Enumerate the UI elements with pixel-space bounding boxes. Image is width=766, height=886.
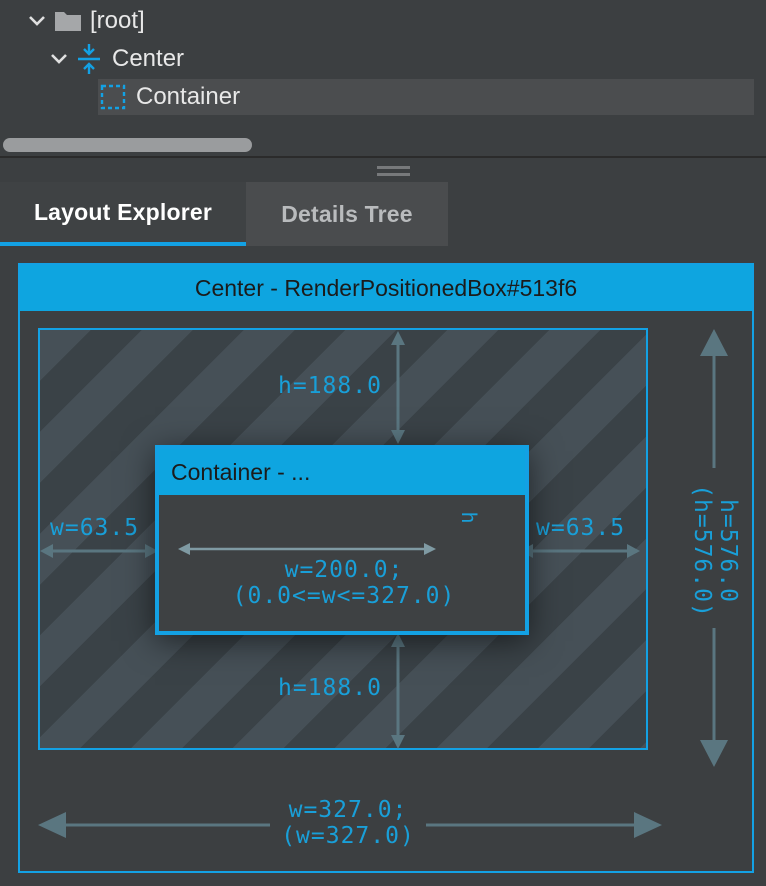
tree-item-label: Center (112, 45, 185, 72)
tab-details-tree[interactable]: Details Tree (246, 182, 448, 246)
panel-splitter[interactable] (0, 156, 766, 182)
chevron-down-icon[interactable] (26, 10, 48, 32)
scrollbar-thumb[interactable] (3, 138, 252, 152)
child-width-label: w=200.0; (284, 557, 404, 583)
chevron-down-icon[interactable] (48, 48, 70, 70)
folder-icon (54, 9, 82, 33)
drag-handle-icon[interactable] (377, 173, 410, 176)
parent-width-constraint-label: (w=327.0) (281, 823, 415, 849)
tab-bar-filler (448, 182, 766, 246)
horizontal-scrollbar[interactable] (0, 134, 766, 154)
child-widget-box[interactable]: Container - ... h w=200.0; (0.0<=w<=327.… (155, 445, 529, 635)
right-space-label: w=63.5 (536, 515, 626, 541)
tree-item-container[interactable]: Container (98, 79, 754, 115)
container-widget-icon (100, 84, 126, 110)
tree-item-label: [root] (90, 7, 145, 34)
child-widget-title[interactable]: Container - ... (159, 449, 525, 495)
parent-height-value: h=576.0 (715, 499, 741, 603)
parent-width-label: w=327.0; (288, 797, 408, 823)
left-space-label: w=63.5 (50, 515, 140, 541)
tree-item-center[interactable]: Center (48, 41, 184, 77)
center-widget-icon (76, 43, 102, 75)
tab-layout-explorer[interactable]: Layout Explorer (0, 182, 246, 246)
widget-tree-panel: [root] Center Container (0, 0, 766, 156)
top-space-label: h=188.0 (278, 373, 382, 399)
tree-item-label: Container (136, 83, 241, 110)
bottom-space-label: h=188.0 (278, 675, 382, 701)
tree-item-root[interactable]: [root] (26, 3, 145, 39)
layout-explorer: Center - RenderPositionedBox#513f6 h=188… (18, 263, 754, 873)
drag-handle-icon[interactable] (377, 166, 410, 169)
tab-bar: Layout Explorer Details Tree (0, 182, 448, 246)
parent-height-label: h=576.0 (h=576.0) (685, 451, 741, 651)
child-height-label: h (457, 511, 481, 525)
child-width-constraint-label: (0.0<=w<=327.0) (232, 583, 456, 609)
parent-widget-title[interactable]: Center - RenderPositionedBox#513f6 (20, 265, 752, 311)
parent-height-constraint: (h=576.0) (689, 484, 715, 618)
